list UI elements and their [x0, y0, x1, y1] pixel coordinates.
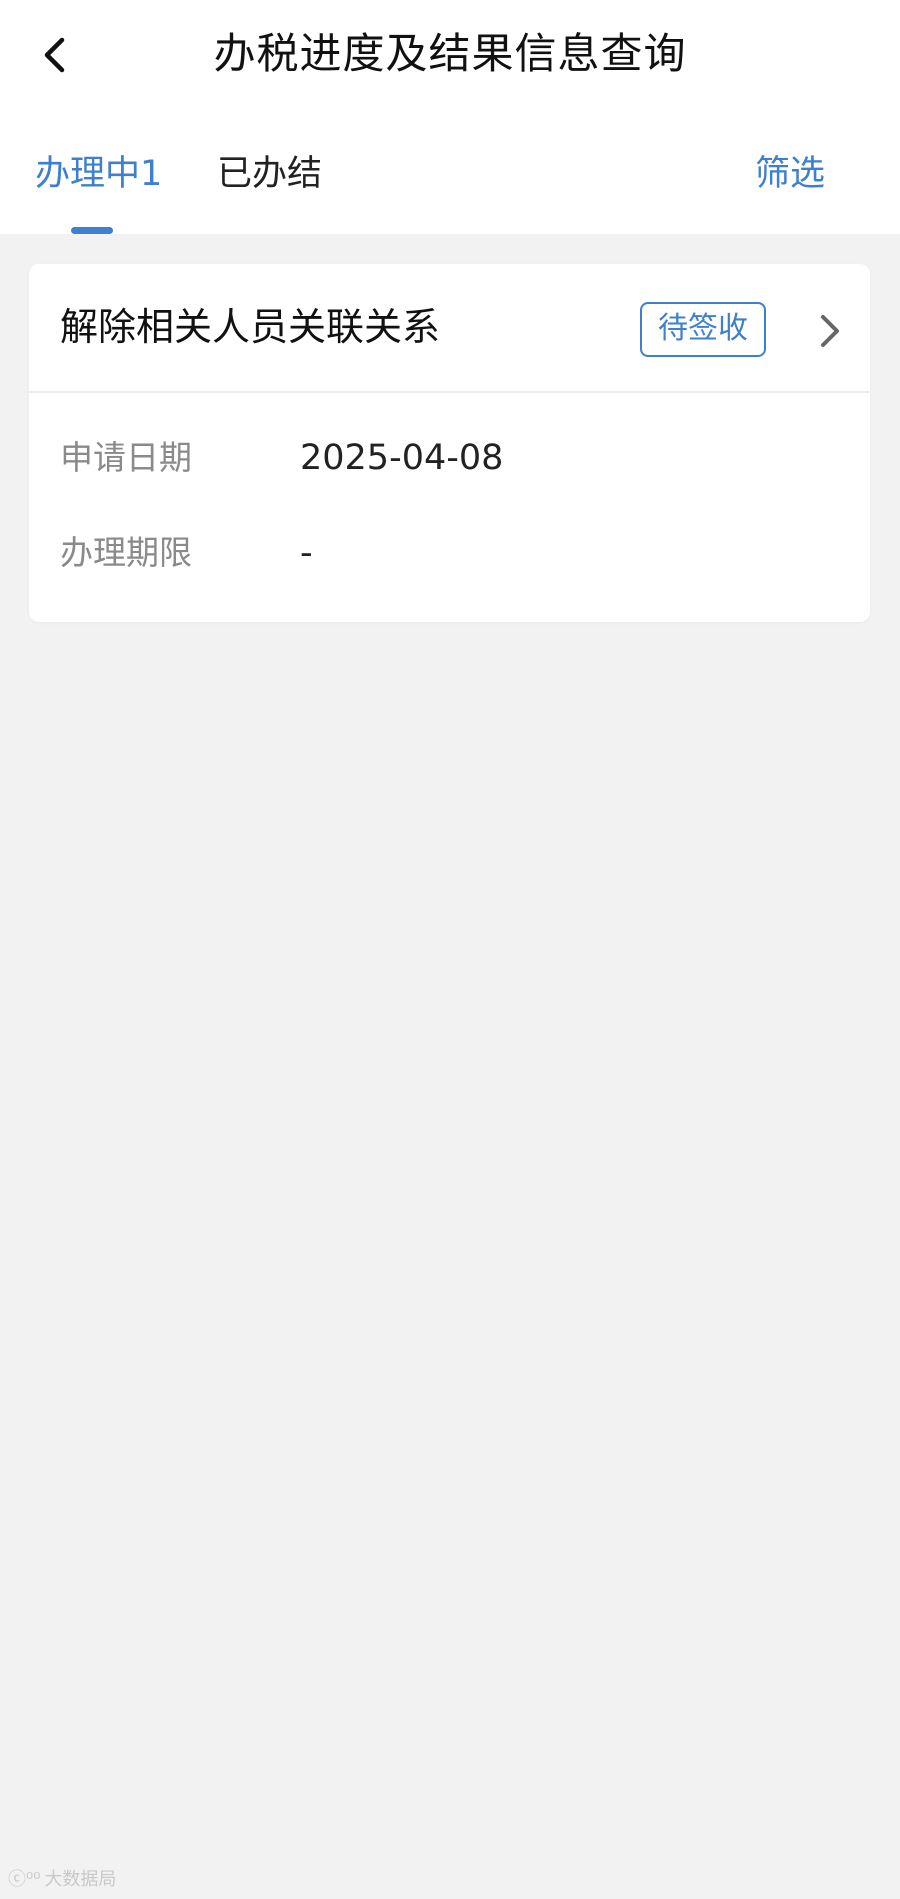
watermark-logo-icon: ⓒ⁰⁰	[8, 1869, 41, 1890]
active-tab-indicator	[71, 227, 113, 234]
tab-completed[interactable]: 已办结	[217, 152, 322, 196]
apply-date-label: 申请日期	[60, 438, 192, 477]
card-divider	[29, 391, 870, 393]
tab-in-progress[interactable]: 办理中1	[35, 152, 162, 196]
task-title: 解除相关人员关联关系	[60, 305, 441, 349]
watermark-text: 大数据局	[44, 1869, 117, 1890]
status-badge: 待签收	[640, 302, 766, 357]
deadline-label: 办理期限	[60, 533, 192, 572]
top-navigation-bar: 办税进度及结果信息查询 办理中1 已办结 筛选	[0, 0, 900, 234]
task-card: 解除相关人员关联关系 待签收 申请日期 2025-04-08 办理期限 -	[29, 264, 870, 622]
apply-date-value: 2025-04-08	[300, 438, 504, 478]
task-card-header[interactable]: 解除相关人员关联关系 待签收	[29, 264, 870, 391]
page-title: 办税进度及结果信息查询	[213, 29, 687, 78]
filter-button[interactable]: 筛选	[755, 152, 825, 196]
watermark: ⓒ⁰⁰ 大数据局	[8, 1868, 116, 1892]
deadline-value: -	[300, 533, 313, 573]
chevron-right-icon	[821, 315, 839, 347]
